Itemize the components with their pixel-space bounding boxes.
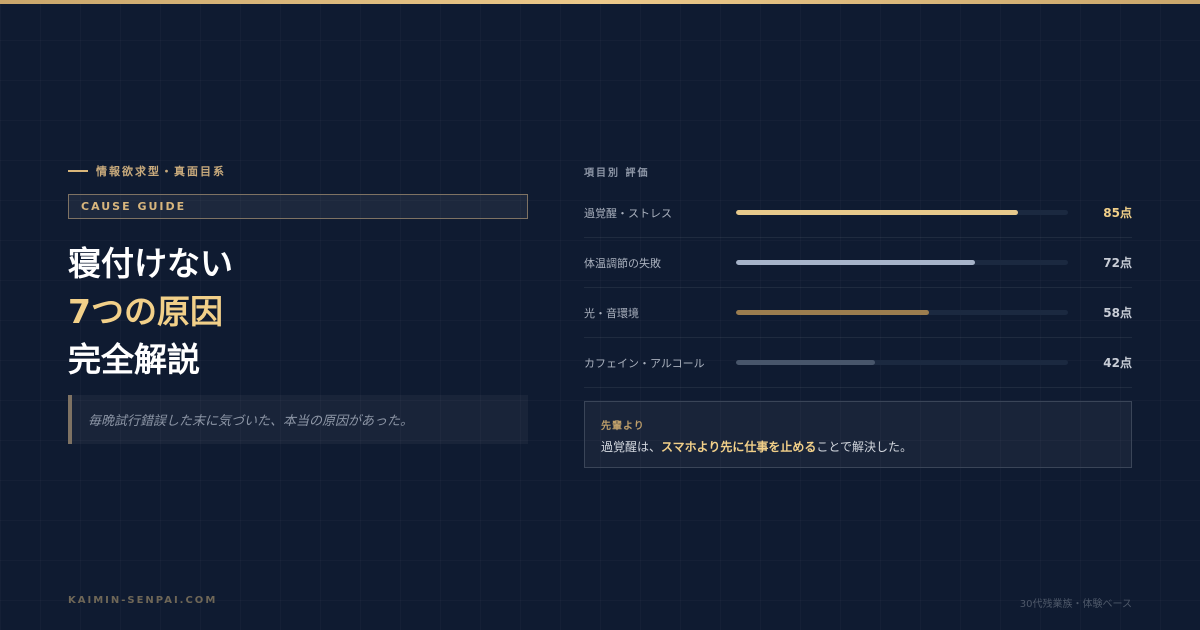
rating-row: 体温調節の失敗 72点 [584,238,1132,288]
rating-bar-fill [736,310,929,315]
note-text-highlight: スマホより先に仕事を止める [661,440,817,454]
cause-guide-badge: CAUSE GUIDE [68,194,528,219]
headline-line-3: 完全解説 [68,340,200,379]
senpai-note-box: 先輩より 過覚醒は、スマホより先に仕事を止めることで解決した。 [584,401,1132,468]
note-title: 先輩より [601,421,645,432]
rating-row: 過覚醒・ストレス 85点 [584,188,1132,238]
rating-bar-fill [736,210,1019,215]
rating-track [736,310,1068,315]
rating-track [736,360,1068,365]
rating-track [736,210,1068,215]
rating-label: 光・音環境 [584,307,639,320]
rating-row: 光・音環境 58点 [584,288,1132,338]
rating-value: 85点 [1103,206,1132,220]
rating-bar-fill [736,260,976,265]
top-accent-bar [0,0,1200,4]
rating-label: カフェイン・アルコール [584,357,705,370]
cause-guide-label: CAUSE GUIDE [81,200,187,213]
rating-value: 58点 [1103,306,1132,320]
rating-value: 72点 [1103,256,1132,270]
quote-text: 毎晩試行錯誤した末に気づいた、本当の原因があった。 [88,414,414,429]
ratings-title: 項目別 評価 [584,168,650,179]
rating-value: 42点 [1103,356,1132,370]
rating-label: 過覚醒・ストレス [584,207,672,220]
rating-row: カフェイン・アルコール 42点 [584,338,1132,388]
headline-line-2: 7つの原因 [68,292,223,331]
headline-line-1: 寝付けない [68,244,233,283]
headline: 寝付けない 7つの原因 完全解説 [68,240,233,384]
eyebrow-text: 情報欲求型・真面目系 [96,165,226,178]
footer-site: KAIMIN-SENPAI.COM [68,595,218,606]
note-text: 過覚醒は、スマホより先に仕事を止めることで解決した。 [601,438,912,455]
eyebrow-line [68,170,88,172]
note-text-before: 過覚醒は、 [601,440,662,454]
footer-tag: 30代残業族・体験ベース [1019,599,1132,610]
quote-box: 毎晩試行錯誤した末に気づいた、本当の原因があった。 [68,395,528,444]
rating-track [736,260,1068,265]
note-text-after: ことで解決した。 [816,440,913,454]
rating-label: 体温調節の失敗 [584,257,661,270]
eyebrow: 情報欲求型・真面目系 [68,163,226,179]
rating-bar-fill [736,360,876,365]
